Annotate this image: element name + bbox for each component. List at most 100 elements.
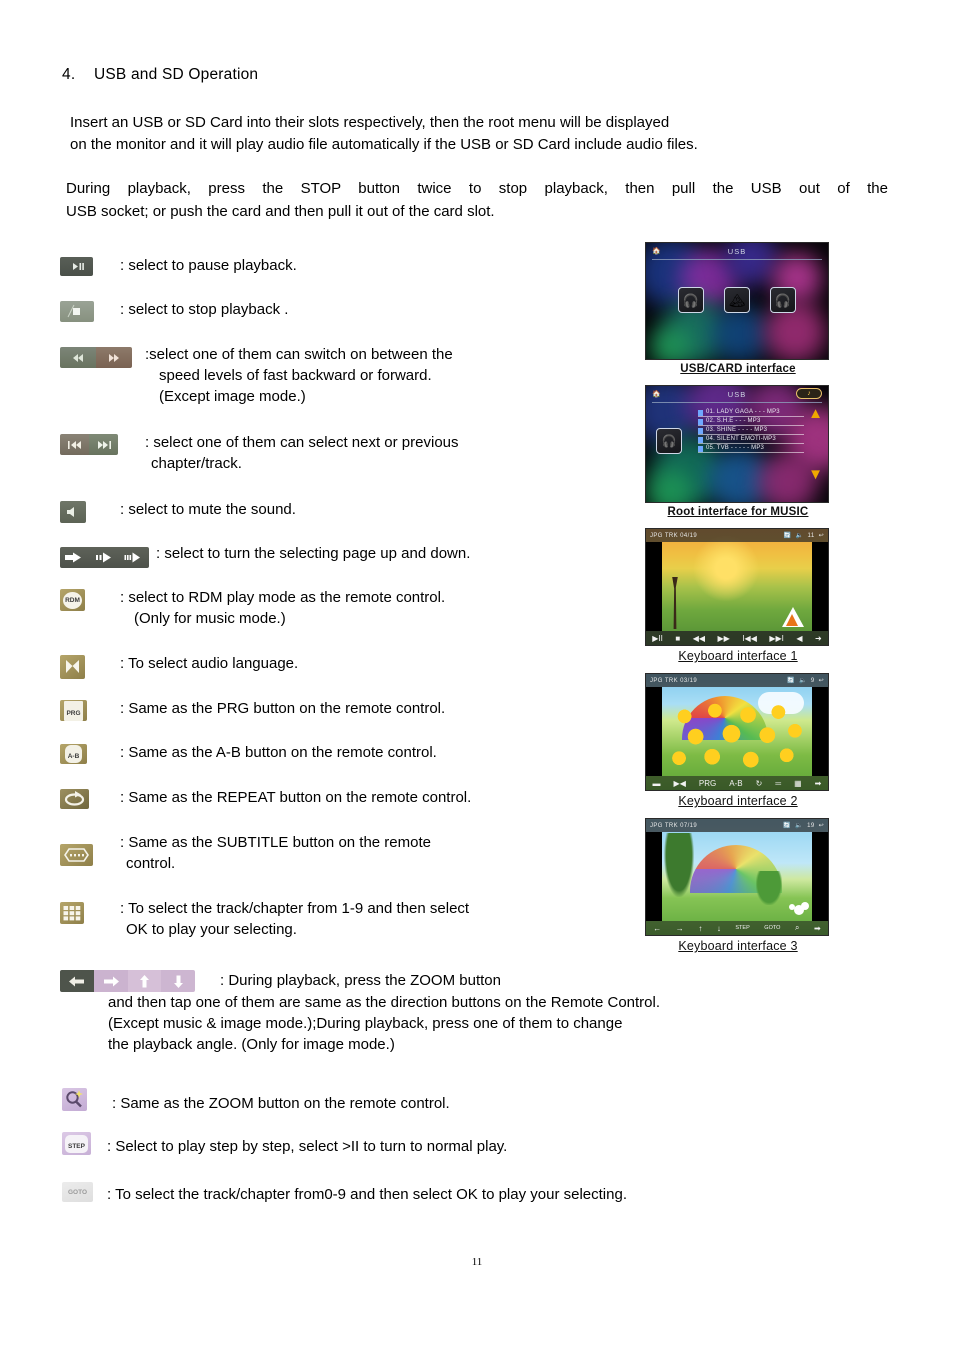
audio-language-button[interactable]: ▶◀ bbox=[674, 779, 686, 788]
chevron-up-icon[interactable]: ▲ bbox=[808, 406, 823, 421]
arrow-down-icon[interactable] bbox=[161, 970, 195, 992]
ab-icon-label: A-B bbox=[67, 753, 80, 760]
stop-button[interactable]: ■ bbox=[675, 634, 680, 643]
forward-button[interactable]: ▶▶ bbox=[718, 634, 730, 643]
play-pause-button[interactable]: ▶II bbox=[652, 634, 663, 643]
legend-text-goto: : To select the track/chapter from0-9 an… bbox=[107, 1186, 627, 1203]
previous-button[interactable]: I◀◀ bbox=[742, 634, 757, 643]
daisy-flowers bbox=[794, 905, 804, 915]
prg-icon-label: PRG bbox=[66, 709, 81, 717]
step-button[interactable]: STEP bbox=[735, 925, 749, 931]
prg-icon[interactable]: PRG bbox=[60, 700, 87, 721]
arrow-down-button[interactable]: ↓ bbox=[717, 924, 721, 933]
legend-text-fast-l1: :select one of them can switch on betwee… bbox=[145, 346, 453, 363]
return-icon[interactable]: ↩ bbox=[819, 532, 824, 539]
music-tile[interactable]: 🎧 bbox=[770, 287, 796, 313]
repeat-icon[interactable] bbox=[60, 789, 89, 809]
legend-row-keypad: : To select the track/chapter from 1-9 a… bbox=[60, 898, 640, 964]
screenshot-caption: USB/CARD interface bbox=[680, 363, 796, 375]
rewind-button[interactable]: ◀◀ bbox=[693, 634, 705, 643]
play-pause-icon[interactable] bbox=[60, 257, 93, 276]
arrow-right-icon[interactable] bbox=[93, 970, 128, 992]
goto-button[interactable]: GOTO bbox=[764, 925, 780, 931]
screen-title: USB bbox=[727, 246, 747, 256]
subtitle-button[interactable]: ═ bbox=[775, 779, 781, 788]
legend-row-prevnext: : select one of them can select next or … bbox=[60, 432, 640, 499]
page-next-button[interactable]: ➡ bbox=[815, 779, 822, 788]
list-item[interactable]: 05. TVB - - - - - MP3 bbox=[698, 444, 804, 453]
legend-text-rdm-l1: : select to RDM play mode as the remote … bbox=[120, 589, 446, 606]
goto-icon[interactable]: GOTO bbox=[62, 1182, 93, 1202]
legend-text-rdm-l2: (Only for music mode.) bbox=[134, 610, 286, 627]
music-tile[interactable]: 🎧 bbox=[678, 287, 704, 313]
document-page: 4. USB and SD Operation Insert an USB or … bbox=[0, 0, 954, 1351]
keypad-grid-icon[interactable] bbox=[60, 902, 84, 924]
legend-text-direction-l4: the playback angle. (Only for image mode… bbox=[108, 1036, 395, 1053]
section-title-text: USB and SD Operation bbox=[94, 66, 259, 83]
osd-track-info: JPG TRK 03/19 bbox=[650, 677, 698, 684]
direction-buttons-icon[interactable] bbox=[60, 970, 195, 992]
audio-language-icon[interactable] bbox=[60, 655, 85, 679]
page-next-button[interactable]: ➜ bbox=[815, 634, 822, 643]
legend-row-stop: : select to stop playback . bbox=[60, 299, 640, 344]
arrow-left-button[interactable]: ← bbox=[653, 924, 661, 933]
no-repeat-icon: 🔄 bbox=[783, 533, 792, 539]
zoom-icon[interactable] bbox=[62, 1088, 87, 1111]
letterbox-right bbox=[812, 687, 828, 776]
arrow-up-icon[interactable] bbox=[127, 970, 162, 992]
legend-row-pause: : select to pause playback. bbox=[60, 255, 640, 299]
legend-text-repeat: : Same as the REPEAT button on the remot… bbox=[120, 789, 472, 806]
letterbox-left bbox=[646, 832, 662, 921]
step-icon[interactable]: STEP bbox=[62, 1132, 91, 1155]
intro-paragraph-1: Insert an USB or SD Card into their slot… bbox=[70, 112, 870, 156]
legend-row-goto: GOTO : To select the track/chapter from0… bbox=[62, 1182, 627, 1205]
mute-icon[interactable] bbox=[60, 501, 86, 523]
photo-tile[interactable]: 🏔 bbox=[724, 287, 750, 313]
osd-track-info: JPG TRK 04/19 bbox=[650, 532, 698, 539]
ab-repeat-button[interactable]: A-B bbox=[729, 779, 742, 788]
mute-button[interactable]: ◀ bbox=[796, 634, 802, 643]
screenshot-column: 🏠 USB 🎧 🏔 🎧 USB/CARD interface 🏠 USB ♪ 🎧… bbox=[645, 242, 831, 963]
warning-triangle-inner bbox=[786, 614, 798, 626]
ab-repeat-icon[interactable]: A-B bbox=[60, 744, 87, 764]
legend-row-page: : select to turn the selecting page up a… bbox=[60, 543, 640, 587]
previous-next-track-icon[interactable] bbox=[60, 434, 118, 455]
list-item[interactable]: 01. LADY GAGA - - - MP3 bbox=[698, 408, 804, 417]
no-repeat-icon: 🔄 bbox=[783, 823, 792, 829]
list-item[interactable]: 03. SHINE - - - - MP3 bbox=[698, 426, 804, 435]
page-prev-button[interactable]: ▬ bbox=[653, 779, 661, 788]
zoom-button[interactable]: ⌕ bbox=[795, 923, 799, 933]
subtitle-icon[interactable] bbox=[60, 844, 93, 866]
arrow-left-icon[interactable] bbox=[60, 970, 94, 992]
prg-button[interactable]: PRG bbox=[699, 779, 716, 788]
page-next-button[interactable]: ➡ bbox=[814, 924, 821, 933]
intro-p2-line2: USB socket; or push the card and then pu… bbox=[66, 203, 495, 220]
legend-text-prevnext-l2: chapter/track. bbox=[151, 455, 242, 472]
page-updown-icon[interactable] bbox=[60, 547, 149, 568]
mode-button[interactable]: ♪ bbox=[796, 388, 822, 399]
next-button[interactable]: ▶▶I bbox=[769, 634, 784, 643]
rdm-icon[interactable]: RDM bbox=[60, 589, 85, 611]
legend-row-rdm: RDM : select to RDM play mode as the rem… bbox=[60, 587, 640, 653]
legend-text-keypad-l2: OK to play your selecting. bbox=[126, 921, 297, 938]
chevron-down-icon[interactable]: ▼ bbox=[808, 467, 823, 482]
legend-row-ab: A-B : Same as the A-B button on the remo… bbox=[60, 742, 640, 787]
legend-row-subtitle: : Same as the SUBTITLE button on the rem… bbox=[60, 832, 640, 898]
repeat-button[interactable]: ↻ bbox=[756, 779, 763, 788]
legend-row-fast: :select one of them can switch on betwee… bbox=[60, 344, 640, 432]
return-icon[interactable]: ↩ bbox=[819, 822, 824, 829]
music-tile[interactable]: 🎧 bbox=[656, 428, 682, 454]
list-item[interactable]: 02. S.H.E - - - MP3 bbox=[698, 417, 804, 426]
arrow-right-button[interactable]: → bbox=[676, 924, 684, 933]
osd-status-bar: JPG TRK 04/19 🔄 🔈 11 ↩ bbox=[646, 529, 828, 542]
return-icon[interactable]: ↩ bbox=[819, 677, 824, 684]
keyboard-interface-1-screenshot: JPG TRK 04/19 🔄 🔈 11 ↩ ▶II ■ ◀◀ ▶▶ I◀◀ ▶… bbox=[645, 528, 831, 669]
stop-icon[interactable] bbox=[60, 301, 94, 322]
osd-status-bar: JPG TRK 03/19 🔄 🔈 9 ↩ bbox=[646, 674, 828, 687]
arrow-up-button[interactable]: ↑ bbox=[698, 924, 702, 933]
music-track-list: 01. LADY GAGA - - - MP3 02. S.H.E - - - … bbox=[698, 408, 804, 453]
fast-rewind-forward-icon[interactable] bbox=[60, 347, 132, 368]
list-item[interactable]: 04. SILENT EMOTI-MP3 bbox=[698, 435, 804, 444]
keypad-button[interactable]: ▦ bbox=[794, 779, 802, 788]
media-type-tiles: 🎧 🏔 🎧 bbox=[646, 287, 828, 313]
